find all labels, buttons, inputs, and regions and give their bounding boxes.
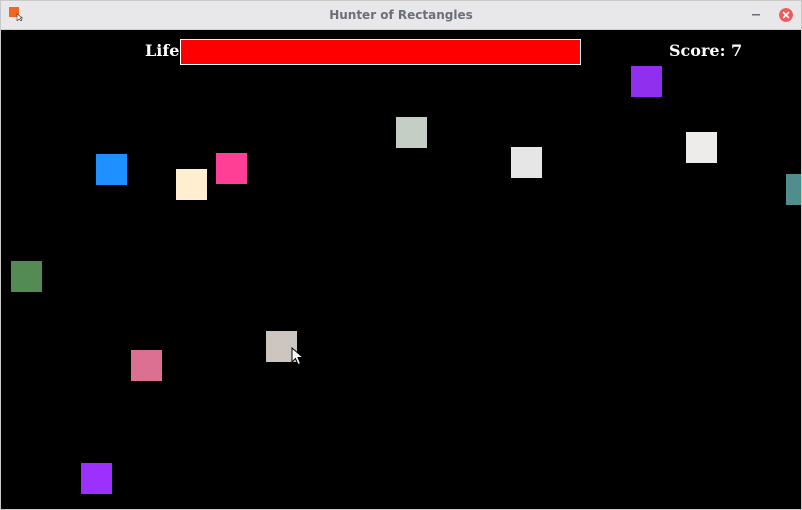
target-rectangle[interactable] [511, 147, 542, 178]
minimize-icon[interactable] [749, 7, 763, 21]
target-rectangle[interactable] [96, 154, 127, 185]
game-window: Hunter of Rectangles Life Score: 7 [0, 0, 802, 510]
mouse-pointer-icon [291, 347, 305, 366]
title-bar: Hunter of Rectangles [1, 1, 801, 30]
target-rectangle[interactable] [176, 169, 207, 200]
close-icon[interactable] [779, 8, 793, 22]
game-canvas[interactable]: Life Score: 7 [1, 30, 801, 509]
target-rectangle[interactable] [131, 350, 162, 381]
life-bar-fill [181, 40, 580, 64]
target-rectangle[interactable] [396, 117, 427, 148]
target-rectangle[interactable] [631, 66, 662, 97]
life-bar [180, 39, 581, 65]
target-rectangle[interactable] [216, 153, 247, 184]
life-label: Life [145, 41, 180, 60]
target-rectangle[interactable] [786, 174, 801, 205]
score-display: Score: 7 [669, 41, 743, 60]
target-rectangle[interactable] [686, 132, 717, 163]
window-title: Hunter of Rectangles [329, 8, 473, 22]
target-rectangle[interactable] [11, 261, 42, 292]
target-rectangle[interactable] [81, 463, 112, 494]
